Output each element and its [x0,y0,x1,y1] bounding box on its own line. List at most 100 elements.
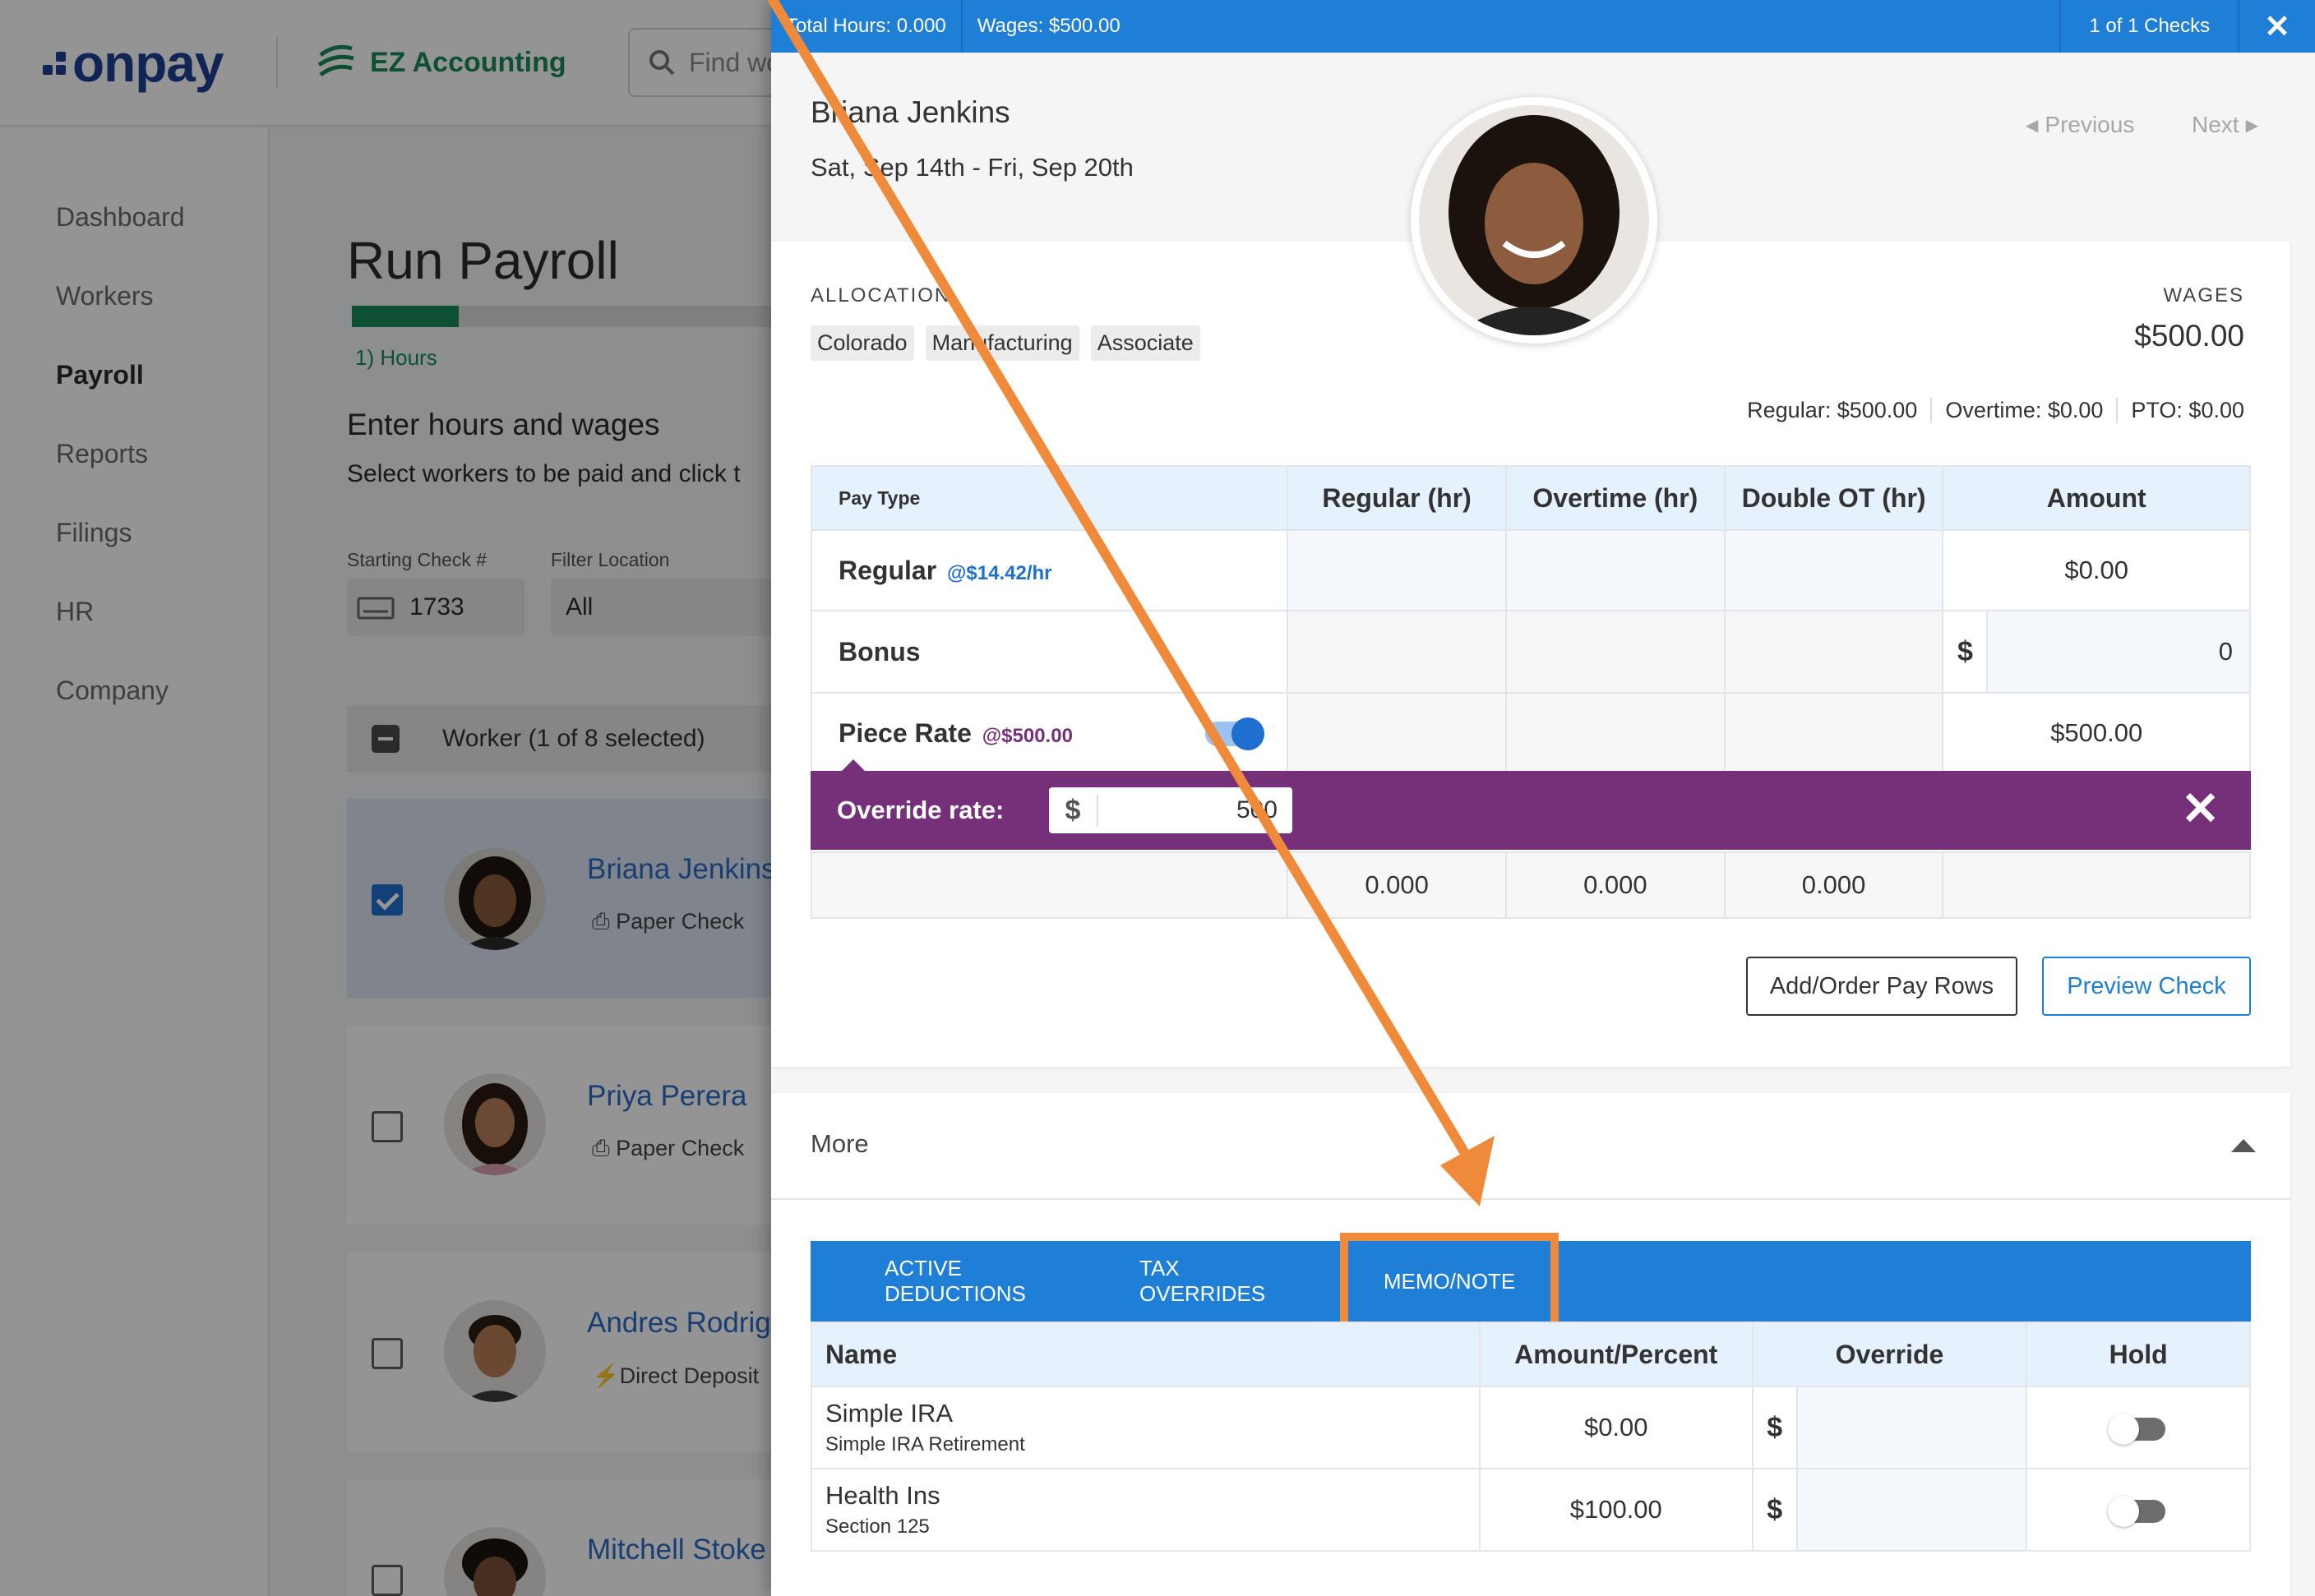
tab-tax-overrides[interactable]: TAX OVERRIDES [1139,1241,1299,1322]
hold-toggle[interactable] [2108,1413,2166,1445]
override-rate-input[interactable]: $ 500 [1049,787,1292,833]
caret-up-icon [2231,1139,2256,1152]
col-header-hold: Hold [2026,1322,2251,1387]
col-header-amount-percent: Amount/Percent [1478,1322,1754,1387]
piece-rate-amount: $500.00 [1942,692,2251,774]
amount-total-cell [1942,851,2251,919]
table-row: Health Ins Section 125 $100.00 $ [811,1468,2251,1552]
more-title: More [811,1129,869,1158]
piece-cell [1723,692,1944,774]
col-header-override: Override [1751,1322,2028,1387]
toggle-knob [2108,1495,2140,1527]
col-header-regular: Regular (hr) [1287,465,1507,531]
dollar-icon: $ [1754,1387,1798,1468]
toggle-knob [2108,1413,2140,1445]
deduction-override-cell: $ [1751,1386,2028,1469]
allocation-label: ALLOCATION [811,284,951,307]
pay-type-piece-rate: Piece Rate @$500.00 [810,692,1289,774]
pay-type-regular: Regular @$14.42/hr [810,529,1289,611]
close-icon: ✕ [2264,9,2290,44]
totals-label-cell [810,851,1289,919]
piece-rate-override-toggle[interactable] [1205,717,1264,750]
total-hours-label: Total Hours: 0.000 [771,0,963,53]
override-rate-label: Override rate: [837,796,1005,824]
hold-toggle[interactable] [2108,1495,2166,1527]
overtime-hours-input[interactable] [1504,529,1726,611]
regular-hours-input[interactable] [1287,529,1507,611]
next-button[interactable]: Next ▶ [2192,112,2258,138]
col-header-name: Name [811,1322,1481,1387]
dollar-icon: $ [1754,1469,1798,1550]
double-ot-hours-total: 0.000 [1723,851,1944,919]
col-header-pay-type: Pay Type [810,465,1289,531]
panel-top-bar: Total Hours: 0.000 Wages: $500.00 1 of 1… [771,0,2315,53]
bonus-amount-cell: $ 0 [1942,610,2251,694]
previous-button[interactable]: ◀ Previous [2026,112,2134,138]
override-notch [842,759,865,771]
payroll-check-panel: Total Hours: 0.000 Wages: $500.00 1 of 1… [771,0,2315,1596]
more-tabs: ACTIVE DEDUCTIONS TAX OVERRIDES MEMO/NOT… [811,1233,2251,1330]
bonus-amount-input[interactable]: 0 [1988,611,2249,692]
caret-right-icon: ▶ [2245,116,2258,135]
tab-active-deductions[interactable]: ACTIVE DEDUCTIONS [885,1241,1090,1322]
allocation-chips: Colorado Manufacturing Associate [811,325,1200,361]
wages-total: $500.00 [2134,319,2244,353]
close-panel-button[interactable]: ✕ [2238,0,2315,53]
table-row: Simple IRA Simple IRA Retirement $0.00 $ [811,1386,2251,1469]
col-header-double-ot: Double OT (hr) [1723,465,1944,531]
pay-rows-table: Pay Type Regular (hr) Overtime (hr) Doub… [810,465,2251,919]
pto-wage: PTO: $0.00 [2116,398,2244,423]
employee-avatar [1411,97,1657,344]
more-section: More ACTIVE DEDUCTIONS TAX OVERRIDES MEM… [771,1093,2290,1596]
override-rate-value: 500 [1236,796,1278,823]
allocation-chip: Associate [1090,325,1200,361]
pay-card: ALLOCATION Colorado Manufacturing Associ… [771,242,2290,1067]
total-wages-label: Wages: $500.00 [977,15,1121,37]
col-header-overtime: Overtime (hr) [1504,465,1726,531]
override-rate-bar: Override rate: $ 500 ✕ [811,759,2251,850]
regular-amount: $0.00 [1942,529,2251,611]
deduction-name: Simple IRA Simple IRA Retirement [811,1386,1481,1469]
pay-type-bonus: Bonus [810,610,1289,694]
deduction-override-input[interactable] [1797,1469,2026,1550]
regular-wage: Regular: $500.00 [1747,398,1918,422]
regular-hours-total: 0.000 [1287,851,1507,919]
more-toggle[interactable]: More [771,1093,2290,1200]
close-icon: ✕ [2181,782,2220,834]
table-row: Piece Rate @$500.00 $500.00 [810,692,2251,774]
deduction-description: Section 125 [825,1515,930,1538]
deduction-override-input[interactable] [1797,1387,2026,1468]
dollar-icon: $ [1943,611,1989,692]
totals-row: 0.000 0.000 0.000 [810,851,2251,919]
regular-rate-link[interactable]: @$14.42/hr [947,562,1051,584]
tab-memo-note[interactable]: MEMO/NOTE [1340,1233,1559,1330]
allocation-chip: Colorado [811,325,914,361]
close-override-button[interactable]: ✕ [2181,786,2220,832]
table-header-row: Pay Type Regular (hr) Overtime (hr) Doub… [810,465,2251,531]
bonus-cell [1504,610,1726,694]
double-ot-hours-input[interactable] [1723,529,1944,611]
employee-name: Briana Jenkins [811,95,1010,129]
deduction-amount: $0.00 [1478,1386,1754,1469]
table-row: Regular @$14.42/hr $0.00 [810,529,2251,611]
allocation-chip: Manufacturing [925,325,1079,361]
deduction-name: Health Ins Section 125 [811,1468,1481,1552]
hold-cell [2026,1468,2251,1552]
checks-counter: 1 of 1 Checks [2059,0,2238,53]
overtime-hours-total: 0.000 [1504,851,1726,919]
deduction-description: Simple IRA Retirement [825,1433,1025,1455]
preview-check-button[interactable]: Preview Check [2042,957,2251,1016]
table-row: Bonus $ 0 [810,610,2251,694]
col-header-amount: Amount [1942,465,2251,531]
deductions-table: Name Amount/Percent Override Hold Simple… [811,1322,2251,1552]
wage-breakdown: Regular: $500.00 Overtime: $0.00 PTO: $0… [1734,398,2244,423]
pay-period: Sat, Sep 14th - Fri, Sep 20th [811,153,1134,182]
add-order-pay-rows-button[interactable]: Add/Order Pay Rows [1746,957,2017,1016]
table-header-row: Name Amount/Percent Override Hold [811,1322,2251,1387]
dollar-icon: $ [1049,794,1098,827]
deduction-amount: $100.00 [1478,1468,1754,1552]
piece-cell [1287,692,1507,774]
bonus-cell [1723,610,1944,694]
piece-rate-value: @$500.00 [982,724,1073,747]
hold-cell [2026,1386,2251,1469]
